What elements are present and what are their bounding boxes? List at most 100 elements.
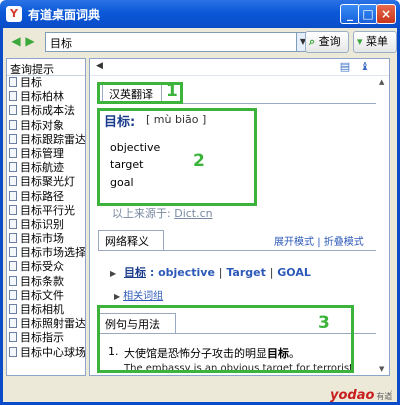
suggestion-label: 目标航迹 bbox=[20, 161, 64, 175]
annotation-box-3 bbox=[97, 305, 354, 373]
document-icon bbox=[9, 218, 17, 229]
suggestion-panel: 查询提示 目标 目标柏林 目标成本法 目标对象 目标跟踪雷达 目标管理 目标航迹 目标聚光灯目… bbox=[6, 58, 86, 376]
suggestion-item[interactable]: 目标受众 bbox=[7, 260, 85, 274]
suggestion-item[interactable]: 目标条款 bbox=[7, 275, 85, 289]
suggestion-label: 目标指示 bbox=[20, 331, 64, 345]
suggestion-label: 目标 bbox=[20, 76, 42, 89]
bullet-icon: ▶ bbox=[114, 292, 121, 301]
suggestion-item[interactable]: 目标文件 bbox=[7, 289, 85, 303]
suggestion-item[interactable]: 目标指示 bbox=[7, 331, 85, 345]
close-button[interactable]: × bbox=[376, 4, 396, 24]
source-note: 以上来源于: Dict.cn bbox=[112, 205, 213, 221]
suggestion-item[interactable]: 目标中心球场 bbox=[7, 346, 85, 360]
suggestion-item[interactable]: 目标识别 bbox=[7, 218, 85, 232]
document-icon bbox=[9, 162, 17, 173]
suggestion-header: 查询提示 bbox=[7, 59, 85, 76]
document-icon bbox=[9, 304, 17, 314]
document-icon bbox=[9, 119, 17, 130]
suggestion-label: 目标路径 bbox=[20, 189, 64, 203]
suggestion-item[interactable]: 目标相机 bbox=[7, 303, 85, 317]
web-term[interactable]: objective bbox=[158, 266, 215, 279]
related-phrases-link[interactable]: ▶ 相关词组 bbox=[114, 287, 163, 302]
expand-mode-link[interactable]: 展开模式 bbox=[274, 237, 314, 248]
suggestion-item[interactable]: 目标航迹 bbox=[7, 161, 85, 175]
suggestion-item[interactable]: 目标市场选择 bbox=[7, 246, 85, 260]
annotation-label-3: 3 bbox=[318, 313, 330, 333]
suggestion-label: 目标平行光 bbox=[20, 203, 75, 217]
document-icon bbox=[9, 275, 17, 286]
related-label: 相关词组 bbox=[123, 291, 164, 302]
suggestion-label: 目标照射雷达 bbox=[20, 317, 85, 331]
suggestion-label: 目标跟踪雷达 bbox=[20, 132, 85, 146]
resize-grip-icon[interactable]: ⋰ bbox=[384, 390, 393, 400]
query-label: 查询 bbox=[318, 35, 341, 48]
suggestion-label: 目标条款 bbox=[20, 274, 64, 288]
suggestion-item[interactable]: 目标管理 bbox=[7, 147, 85, 161]
collapse-arrow-icon[interactable]: ◀ bbox=[96, 61, 103, 71]
suggestion-item[interactable]: 目标路径 bbox=[7, 190, 85, 204]
annotation-label-1: 1 bbox=[166, 81, 178, 101]
web-term[interactable]: Target bbox=[226, 266, 266, 279]
suggestion-label: 目标管理 bbox=[20, 146, 64, 160]
back-arrow-icon[interactable]: ◀ bbox=[9, 34, 23, 48]
document-icon bbox=[9, 133, 17, 144]
search-input[interactable]: 目标 bbox=[45, 32, 297, 52]
suggestion-label: 目标相机 bbox=[20, 303, 64, 316]
suggestion-item[interactable]: 目标柏林 bbox=[7, 90, 85, 104]
document-icon bbox=[9, 289, 17, 300]
query-button[interactable]: ⌕ 查询 bbox=[305, 31, 349, 53]
suggestion-item[interactable]: 目标平行光 bbox=[7, 204, 85, 218]
suggestion-list: 目标 目标柏林 目标成本法 目标对象 目标跟踪雷达 目标管理 目标航迹 目标聚光灯 目标路径 目标… bbox=[7, 76, 85, 360]
document-icon bbox=[9, 190, 17, 201]
toolbar: ◀ ▶ 目标 ▼ ⌕ 查询 ▾ 菜单 bbox=[0, 28, 400, 56]
document-icon bbox=[9, 247, 17, 258]
document-icon bbox=[9, 77, 17, 87]
suggestion-item[interactable]: 目标照射雷达 bbox=[7, 317, 85, 331]
forward-arrow-icon[interactable]: ▶ bbox=[23, 34, 37, 48]
web-colon: : bbox=[149, 266, 155, 279]
document-icon bbox=[9, 261, 17, 272]
app-logo-icon: Y bbox=[6, 6, 22, 22]
suggestion-label: 目标成本法 bbox=[20, 104, 75, 118]
binoculars-icon[interactable]: ♝ bbox=[358, 61, 372, 73]
title-bar: Y 有道桌面词典 _ □ × bbox=[0, 0, 400, 28]
annotation-label-2: 2 bbox=[193, 151, 205, 171]
suggestion-item[interactable]: 目标 bbox=[7, 76, 85, 90]
document-icon bbox=[9, 105, 17, 116]
menu-label: 菜单 bbox=[366, 35, 389, 48]
scroll-down-icon[interactable]: ▼ bbox=[379, 365, 389, 373]
scroll-up-icon[interactable]: ▲ bbox=[379, 78, 389, 86]
document-icon bbox=[9, 91, 17, 102]
divider bbox=[98, 250, 376, 251]
suggestion-item[interactable]: 目标市场 bbox=[7, 232, 85, 246]
bullet-icon: ▶ bbox=[110, 269, 117, 278]
menu-button[interactable]: ▾ 菜单 bbox=[353, 31, 397, 53]
suggestion-label: 目标中心球场 bbox=[20, 345, 85, 359]
document-icon bbox=[9, 318, 17, 329]
web-headword[interactable]: 目标 bbox=[124, 266, 146, 279]
web-definition-entry: ▶ 目标 : objective | Target | GOAL bbox=[110, 264, 311, 280]
minimize-button[interactable]: _ bbox=[340, 4, 360, 24]
suggestion-label: 目标聚光灯 bbox=[20, 175, 75, 189]
logo-text: yodao bbox=[330, 388, 375, 403]
wordbook-icon[interactable]: ▤ bbox=[338, 61, 352, 73]
suggestion-label: 目标市场选择 bbox=[20, 246, 85, 260]
collapse-mode-link[interactable]: 折叠模式 bbox=[324, 237, 364, 248]
view-mode-separator: | bbox=[317, 237, 321, 248]
web-term[interactable]: GOAL bbox=[277, 266, 311, 279]
document-icon bbox=[9, 204, 17, 215]
tab-web-definition[interactable]: 网络释义 bbox=[98, 230, 164, 250]
source-link[interactable]: Dict.cn bbox=[174, 207, 212, 220]
suggestion-item[interactable]: 目标成本法 bbox=[7, 104, 85, 118]
suggestion-label: 目标文件 bbox=[20, 288, 64, 302]
menu-arrow-icon: ▾ bbox=[357, 35, 363, 48]
suggestion-item[interactable]: 目标对象 bbox=[7, 119, 85, 133]
suggestion-item[interactable]: 目标跟踪雷达 bbox=[7, 133, 85, 147]
maximize-button[interactable]: □ bbox=[358, 4, 378, 24]
document-icon bbox=[9, 147, 17, 158]
suggestion-item[interactable]: 目标聚光灯 bbox=[7, 175, 85, 189]
term-separator: | bbox=[218, 266, 223, 279]
result-toolbar: ◀ ▤ ♝ bbox=[90, 59, 389, 76]
magnifier-icon: ⌕ bbox=[309, 35, 316, 48]
suggestion-label: 目标受众 bbox=[20, 260, 64, 274]
